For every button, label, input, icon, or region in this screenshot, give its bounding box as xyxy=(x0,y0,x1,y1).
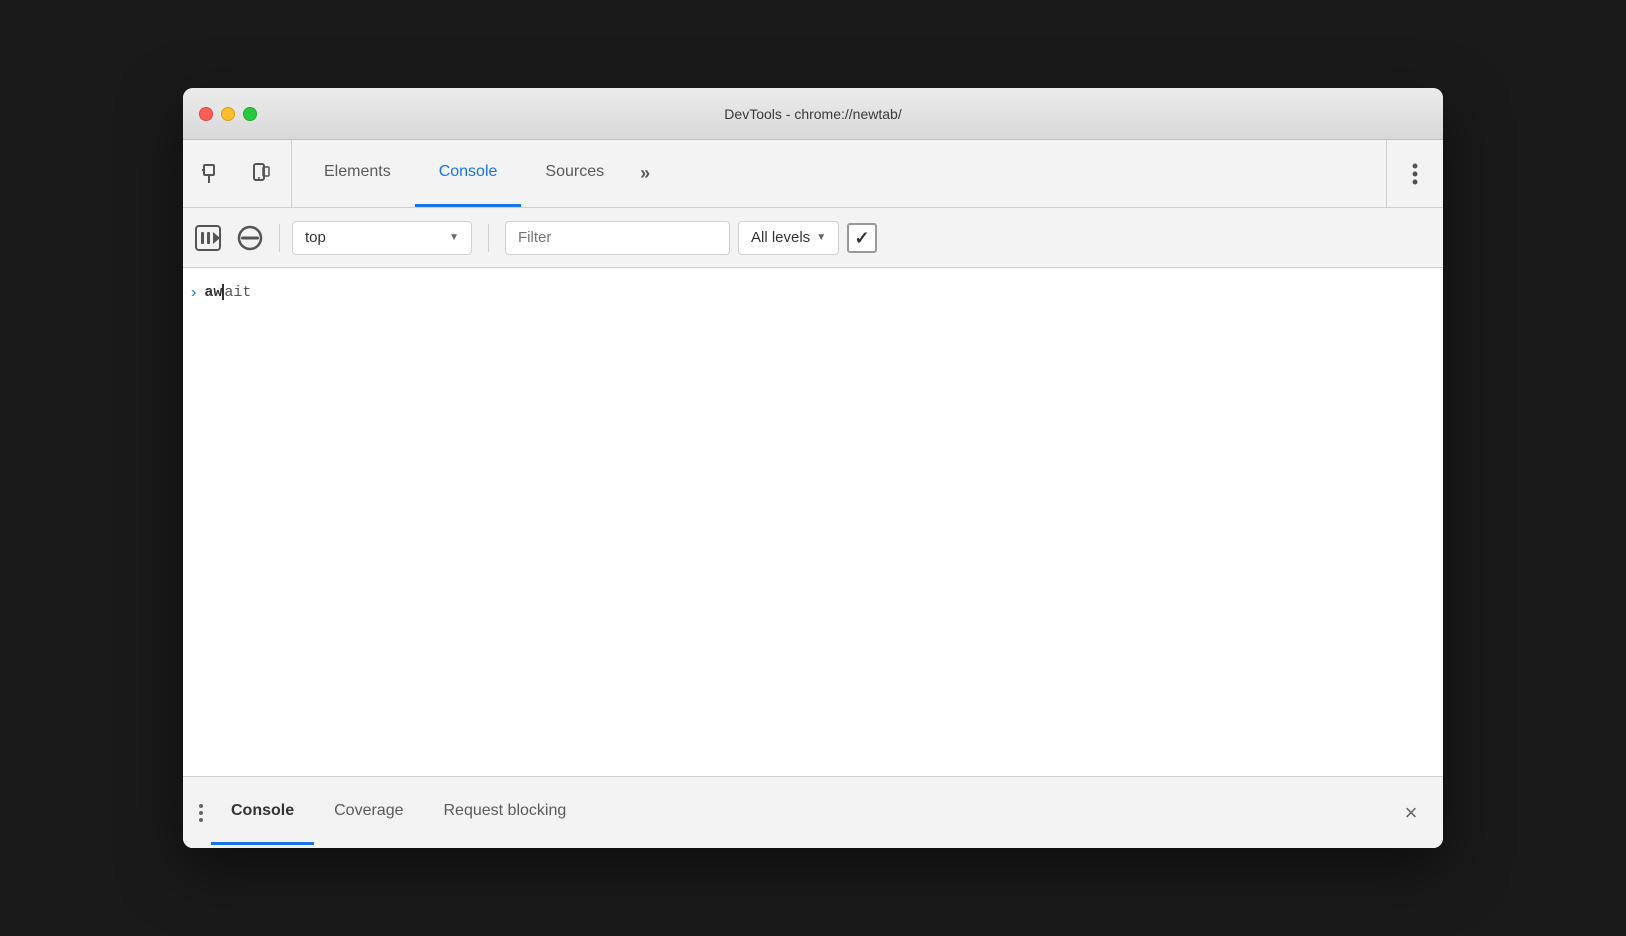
checkbox-checkmark: ✓ xyxy=(855,229,870,247)
maximize-button[interactable] xyxy=(243,107,257,121)
dot-2 xyxy=(199,811,203,815)
play-pause-icon xyxy=(194,224,222,252)
devtools-window: DevTools - chrome://newtab/ xyxy=(183,88,1443,848)
dot-3 xyxy=(199,818,203,822)
console-input-text: await xyxy=(204,282,251,305)
context-dropdown-arrow: ▼ xyxy=(449,232,459,243)
tab-sources[interactable]: Sources xyxy=(521,140,628,207)
window-title: DevTools - chrome://newtab/ xyxy=(724,106,901,122)
device-icon-button[interactable] xyxy=(243,156,279,192)
console-content[interactable]: › await xyxy=(183,268,1443,776)
devtools-body: Elements Console Sources » xyxy=(183,140,1443,848)
toolbar-right xyxy=(1386,140,1443,207)
context-value: top xyxy=(305,229,441,246)
console-expand-arrow[interactable]: › xyxy=(191,282,196,302)
device-icon xyxy=(249,162,273,186)
toolbar-separator-1 xyxy=(279,224,280,252)
more-tabs-button[interactable]: » xyxy=(628,140,662,207)
tab-console[interactable]: Console xyxy=(415,140,522,207)
top-toolbar: Elements Console Sources » xyxy=(183,140,1443,208)
context-selector[interactable]: top ▼ xyxy=(292,221,472,255)
keyword-light: ait xyxy=(224,284,251,301)
toolbar-separator-2 xyxy=(488,224,489,252)
bottom-more-button[interactable] xyxy=(191,796,211,830)
tabs-container: Elements Console Sources » xyxy=(292,140,1386,207)
console-toolbar: top ▼ All levels ▼ ✓ xyxy=(183,208,1443,268)
clear-button[interactable] xyxy=(233,221,267,255)
close-panel-button[interactable]: × xyxy=(1395,797,1427,829)
checkbox-toggle[interactable]: ✓ xyxy=(847,223,877,253)
tab-elements[interactable]: Elements xyxy=(300,140,415,207)
bottom-panel: Console Coverage Request blocking × xyxy=(183,776,1443,848)
close-button[interactable] xyxy=(199,107,213,121)
bottom-tab-coverage[interactable]: Coverage xyxy=(314,777,423,848)
execute-button[interactable] xyxy=(191,221,225,255)
log-levels-label: All levels xyxy=(751,229,810,246)
dot-1 xyxy=(199,804,203,808)
bottom-tabs: Console Coverage Request blocking xyxy=(211,777,1395,848)
inspect-icon-button[interactable] xyxy=(195,156,231,192)
more-options-button[interactable] xyxy=(1399,158,1431,190)
title-bar: DevTools - chrome://newtab/ xyxy=(183,88,1443,140)
toolbar-icons xyxy=(183,140,292,207)
levels-dropdown-arrow: ▼ xyxy=(816,232,826,243)
no-entry-icon xyxy=(236,224,264,252)
traffic-lights xyxy=(199,107,257,121)
inspect-icon xyxy=(201,162,225,186)
vertical-dots-icon xyxy=(1412,162,1418,186)
keyword-bold: aw xyxy=(204,284,222,301)
console-line: › await xyxy=(183,276,1443,312)
filter-input[interactable] xyxy=(505,221,730,255)
bottom-tab-console[interactable]: Console xyxy=(211,777,314,848)
bottom-tab-request-blocking[interactable]: Request blocking xyxy=(424,777,587,848)
log-levels-button[interactable]: All levels ▼ xyxy=(738,221,839,255)
minimize-button[interactable] xyxy=(221,107,235,121)
